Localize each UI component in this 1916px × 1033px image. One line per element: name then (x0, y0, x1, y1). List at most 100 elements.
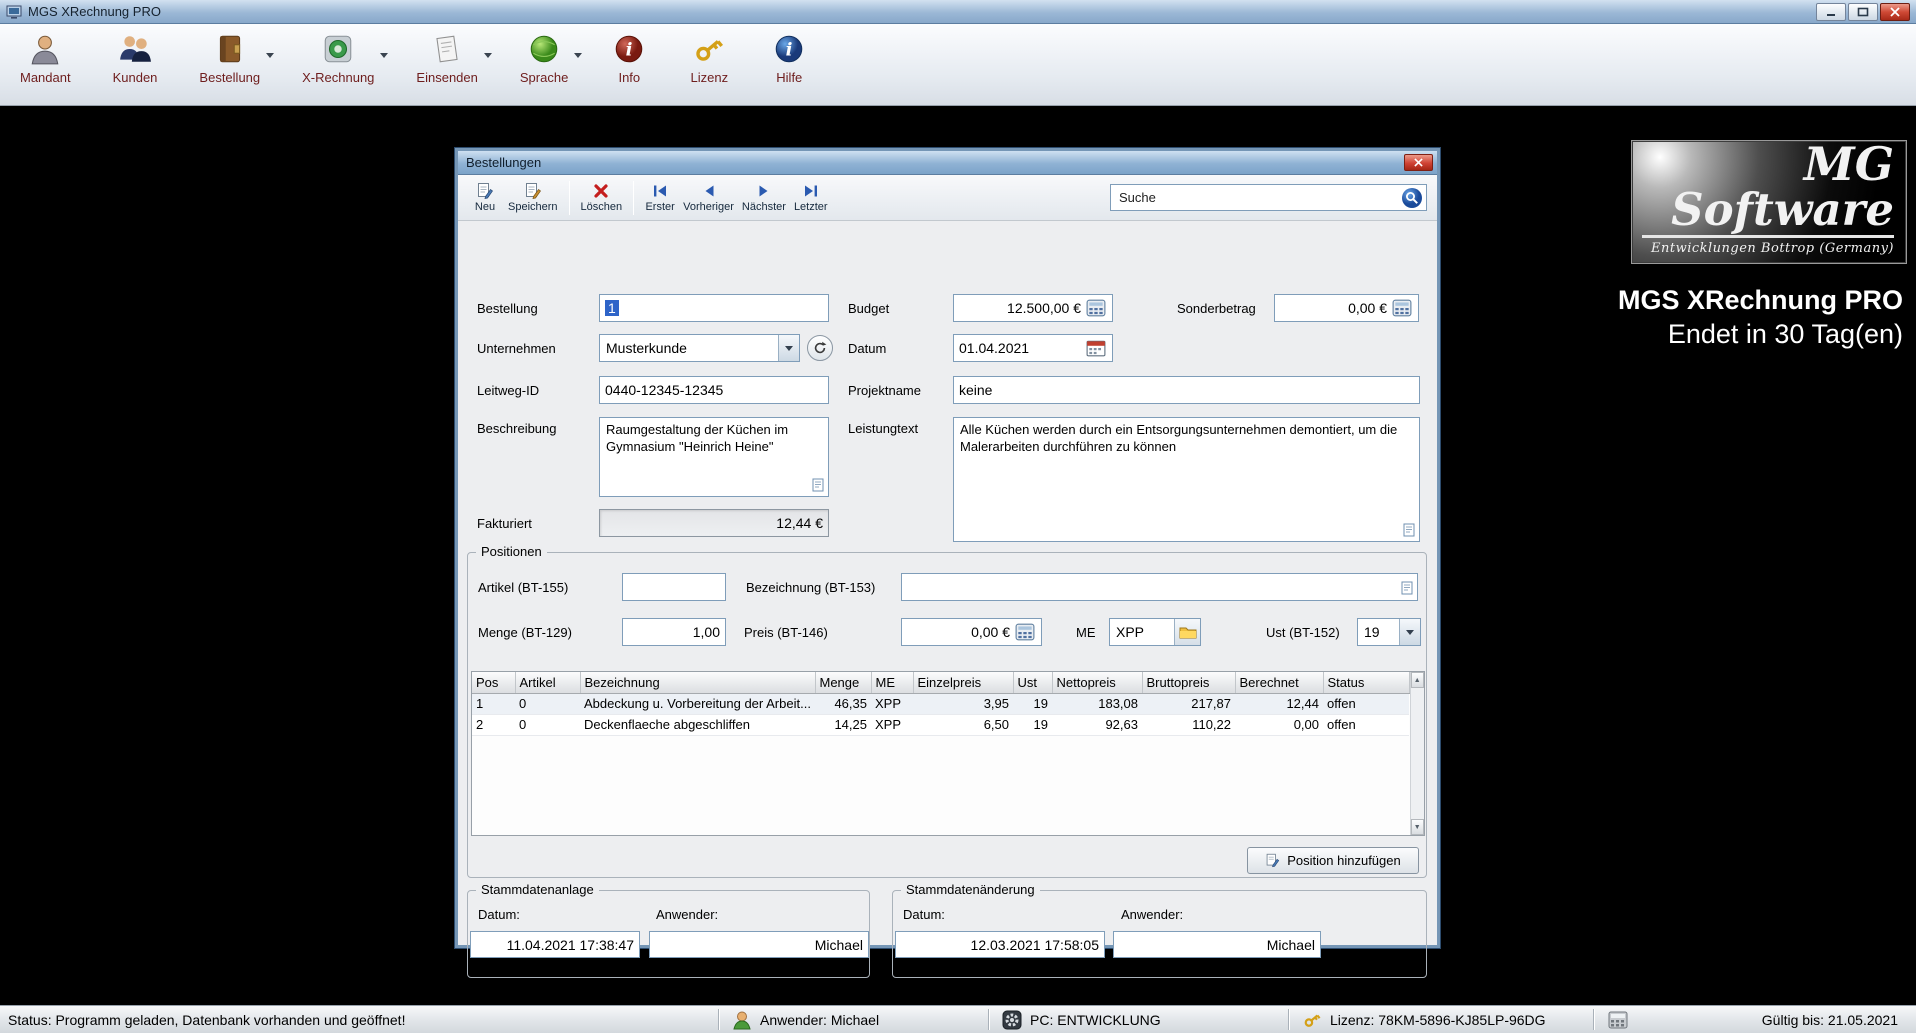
maximize-button[interactable] (1848, 3, 1878, 21)
folder-browse-button[interactable] (1174, 619, 1200, 645)
table-cell: 0 (515, 714, 580, 735)
bestellungen-titlebar[interactable]: Bestellungen (458, 151, 1437, 175)
ust-select[interactable]: 19 (1357, 618, 1421, 646)
toolbar-item-bestellung[interactable]: Bestellung (191, 29, 272, 87)
sonderbetrag-label: Sonderbetrag (1177, 301, 1256, 316)
calculator-icon[interactable] (1014, 622, 1036, 642)
grid-scrollbar[interactable]: ▲ ▼ (1410, 672, 1425, 835)
table-cell: 19 (1013, 714, 1052, 735)
scroll-up-icon[interactable]: ▲ (1411, 672, 1425, 688)
chevron-down-icon[interactable] (484, 53, 492, 58)
artikel-input[interactable] (622, 573, 726, 601)
memo-editor-icon[interactable] (1402, 523, 1416, 537)
toolbar-item-einsenden[interactable]: Einsenden (408, 29, 489, 87)
me-input[interactable]: XPP (1109, 618, 1201, 646)
last-record-button[interactable]: Letzter (790, 177, 832, 218)
table-cell: 110,22 (1142, 714, 1235, 735)
toolbar-item-sprache[interactable]: Sprache (512, 29, 580, 87)
table-cell: 0,00 (1235, 714, 1323, 735)
sonderbetrag-input[interactable]: 0,00 € (1274, 294, 1419, 322)
table-cell: 12,44 (1235, 693, 1323, 714)
chevron-down-icon[interactable] (380, 53, 388, 58)
toolbar-separator (569, 181, 570, 215)
positionen-title: Positionen (476, 544, 547, 559)
previous-record-button[interactable]: Vorheriger (679, 177, 738, 218)
close-button[interactable] (1880, 3, 1910, 21)
leitweg-input[interactable]: 0440-12345-12345 (599, 376, 829, 404)
bezeichnung-input[interactable] (901, 573, 1418, 601)
bestellungen-window: Bestellungen Neu Speichern (455, 148, 1440, 948)
add-position-button[interactable]: Position hinzufügen (1247, 847, 1419, 874)
column-header-pos[interactable]: Pos (472, 672, 515, 693)
toolbar-item-info[interactable]: iInfo (602, 29, 660, 87)
memo-editor-icon[interactable] (811, 478, 825, 492)
column-header-berechnet[interactable]: Berechnet (1235, 672, 1323, 693)
toolbar-item-mandant[interactable]: Mandant (12, 29, 83, 87)
previous-record-label: Vorheriger (683, 201, 734, 213)
column-header-me[interactable]: ME (871, 672, 913, 693)
column-header-ust[interactable]: Ust (1013, 672, 1052, 693)
toolbar-item-lizenz[interactable]: Lizenz (682, 29, 740, 87)
chevron-down-icon[interactable] (1399, 619, 1420, 645)
delete-button[interactable]: Löschen (577, 177, 627, 218)
first-record-button[interactable]: Erster (641, 177, 679, 218)
new-button[interactable]: Neu (466, 177, 504, 218)
bestellungen-title: Bestellungen (466, 155, 541, 170)
projektname-input[interactable]: keine (953, 376, 1420, 404)
titlebar: MGS XRechnung PRO (0, 0, 1916, 24)
column-header-bezeichnung[interactable]: Bezeichnung (580, 672, 815, 693)
statusbar-user: Anwender: Michael (732, 1006, 879, 1033)
save-icon (524, 182, 542, 200)
column-header-artikel[interactable]: Artikel (515, 672, 580, 693)
bestellung-input[interactable]: 1 (599, 294, 829, 322)
datum-input[interactable]: 01.04.2021 (953, 334, 1113, 362)
calculator-icon[interactable] (1085, 298, 1107, 318)
chevron-down-icon[interactable] (778, 335, 799, 361)
save-button[interactable]: Speichern (504, 177, 562, 218)
table-row[interactable]: 10Abdeckung u. Vorbereitung der Arbeit..… (472, 693, 1409, 714)
calendar-icon[interactable] (1085, 338, 1107, 358)
bestellungen-close-button[interactable] (1404, 154, 1433, 171)
delete-x-icon (592, 182, 610, 200)
toolbar-item-x-rechnung[interactable]: X-Rechnung (294, 29, 386, 87)
preis-input[interactable]: 0,00 € (901, 618, 1042, 646)
toolbar-item-label: Mandant (20, 70, 71, 85)
next-record-button[interactable]: Nächster (738, 177, 790, 218)
column-header-einzelpreis[interactable]: Einzelpreis (913, 672, 1013, 693)
budget-input[interactable]: 12.500,00 € (953, 294, 1113, 322)
statusbar-pc: PC: ENTWICKLUNG (1002, 1006, 1161, 1033)
status-message: Status: Programm geladen, Datenbank vorh… (8, 1006, 405, 1033)
toolbar-item-kunden[interactable]: Kunden (105, 29, 170, 87)
sprache-icon (527, 32, 561, 66)
beschreibung-textarea[interactable]: Raumgestaltung der Küchen im Gymnasium "… (599, 417, 829, 497)
leitweg-value: 0440-12345-12345 (605, 382, 823, 398)
sonderbetrag-value: 0,00 € (1280, 300, 1387, 316)
calculator-icon[interactable] (1391, 298, 1413, 318)
toolbar-item-label: Einsenden (416, 70, 477, 85)
statusbar-calculator (1608, 1006, 1628, 1033)
column-header-nettopreis[interactable]: Nettopreis (1052, 672, 1142, 693)
toolbar-item-hilfe[interactable]: iHilfe (762, 29, 820, 87)
search-button[interactable] (1401, 187, 1423, 209)
statusbar-separator (988, 1009, 989, 1030)
leistungtext-textarea[interactable]: Alle Küchen werden durch ein Entsorgungs… (953, 417, 1420, 542)
table-cell: 2 (472, 714, 515, 735)
memo-editor-icon[interactable] (1400, 581, 1414, 595)
menge-input[interactable]: 1,00 (622, 618, 726, 646)
anlage-datum-label: Datum: (478, 907, 520, 922)
column-header-status[interactable]: Status (1323, 672, 1409, 693)
scroll-down-icon[interactable]: ▼ (1411, 819, 1425, 835)
beschreibung-value: Raumgestaltung der Küchen im Gymnasium "… (606, 422, 788, 454)
column-header-bruttopreis[interactable]: Bruttopreis (1142, 672, 1235, 693)
table-cell: 92,63 (1052, 714, 1142, 735)
search-box (1110, 184, 1427, 211)
unternehmen-select[interactable]: Musterkunde (599, 334, 800, 362)
column-header-menge[interactable]: Menge (815, 672, 871, 693)
kunden-icon (118, 32, 152, 66)
search-input[interactable] (1119, 190, 1401, 205)
refresh-customers-button[interactable] (807, 335, 833, 361)
minimize-button[interactable] (1816, 3, 1846, 21)
table-row[interactable]: 20Deckenflaeche abgeschliffen14,25XPP6,5… (472, 714, 1409, 735)
chevron-down-icon[interactable] (266, 53, 274, 58)
chevron-down-icon[interactable] (574, 53, 582, 58)
